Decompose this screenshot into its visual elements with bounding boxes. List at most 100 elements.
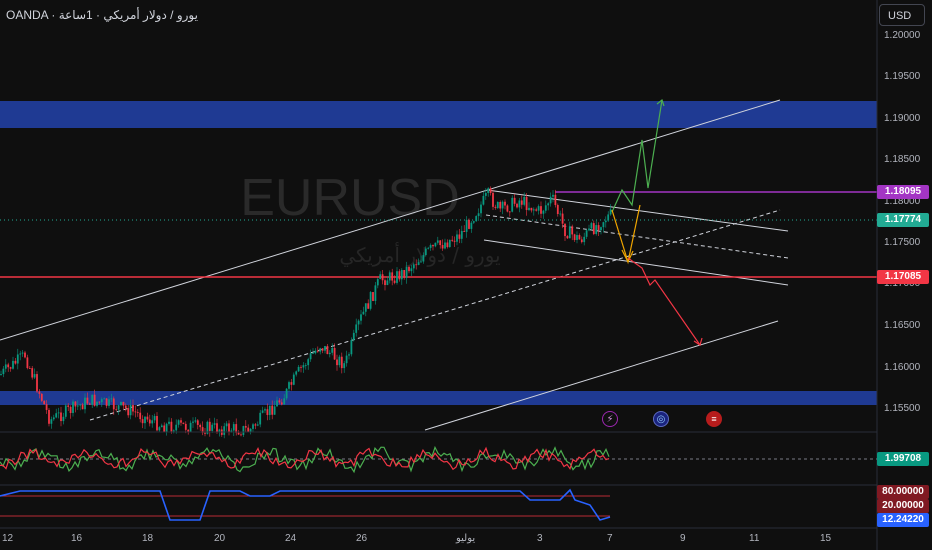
time-label: 9 [680, 533, 686, 544]
candle-body [240, 434, 242, 436]
candle-body [76, 405, 79, 407]
candle-body [110, 398, 113, 400]
candle-body [468, 219, 470, 229]
candle-body [148, 419, 151, 424]
candle-body [290, 382, 293, 385]
candle-body [50, 419, 53, 424]
candle-body [74, 401, 77, 407]
candle-body [554, 194, 557, 206]
candle-body [120, 401, 122, 406]
candle-body [235, 424, 238, 433]
candle-body [393, 280, 396, 283]
candle-body [192, 421, 194, 423]
candle-body [127, 408, 130, 416]
candle-body [573, 234, 576, 240]
candle-body [348, 354, 350, 356]
candle-body [549, 196, 552, 204]
candle-body [458, 234, 461, 239]
candle-body [496, 201, 499, 208]
candle-body [595, 225, 598, 235]
candle-body [2, 368, 5, 375]
candle-body [463, 230, 466, 232]
candle-body [316, 350, 319, 352]
candle-body [26, 357, 29, 369]
candle-body [345, 355, 348, 364]
candle-body [117, 405, 120, 410]
candle-body [537, 206, 540, 211]
candle-body [266, 409, 269, 415]
candle-body [508, 211, 511, 213]
candle-body [436, 240, 439, 243]
candle-body [160, 425, 163, 428]
candle-body [170, 421, 173, 432]
candle-body [19, 353, 22, 355]
candle-body [158, 427, 161, 431]
price-chart[interactable]: EURUSD يورو / دولار أمريكي [0, 0, 932, 550]
candle-body [28, 368, 31, 369]
candle-body [285, 388, 288, 399]
support-price-tag[interactable]: 1.17085 [877, 270, 929, 284]
candle-body [312, 353, 314, 354]
upper-zone [0, 101, 877, 128]
candle-body [578, 235, 581, 240]
candle-body [592, 223, 595, 235]
candle-body [372, 292, 374, 301]
candle-body [484, 193, 487, 196]
candle-body [400, 269, 403, 280]
lower-zone [0, 391, 877, 405]
candle-body [69, 406, 72, 414]
candle-body [64, 405, 67, 417]
candle-body [319, 348, 322, 352]
candle-body [530, 207, 533, 211]
candle-body [523, 196, 526, 205]
candle-body [38, 391, 41, 394]
candle-body [31, 368, 34, 378]
candle-body [403, 269, 406, 278]
candle-body [585, 230, 588, 237]
candle-body [223, 426, 226, 435]
candle-body [283, 398, 286, 405]
candle-body [391, 272, 394, 281]
price-label: 1.19500 [884, 71, 921, 82]
candle-body [532, 209, 535, 211]
time-label: 15 [820, 533, 832, 544]
candle-body [156, 416, 158, 431]
candle-body [280, 402, 283, 405]
candle-body [165, 423, 168, 432]
candle-body [328, 352, 331, 355]
candle-body [271, 405, 274, 415]
symbol-title[interactable]: OANDA · يورو / دولار أمريكي · 1ساعة [6, 8, 198, 22]
candle-body [465, 219, 468, 232]
candle-body [364, 303, 367, 312]
currency-button[interactable]: USD [879, 4, 925, 26]
lightning-icon[interactable]: ⚡ [602, 411, 618, 427]
candle-body [292, 374, 295, 385]
candle-body [422, 255, 425, 262]
candle-body [492, 192, 494, 207]
candle-body [374, 285, 377, 301]
candle-body [252, 424, 254, 429]
candle-body [228, 423, 230, 433]
globe-icon[interactable]: ◎ [653, 411, 669, 427]
price-label: 1.18500 [884, 154, 921, 165]
candle-body [460, 230, 463, 239]
candle-body [355, 324, 358, 333]
time-label: 16 [71, 533, 83, 544]
time-label: يوليو [456, 533, 476, 544]
candle-body [547, 203, 550, 206]
candle-body [232, 424, 235, 431]
candle-body [588, 228, 590, 231]
time-label: 18 [142, 533, 154, 544]
candle-body [132, 404, 134, 412]
candle-body [33, 374, 36, 378]
candle-body [506, 205, 509, 212]
us-flag-icon[interactable]: ≡ [706, 411, 722, 427]
candle-body [513, 197, 516, 204]
candle-body [7, 364, 10, 368]
candle-body [57, 412, 60, 414]
current-price-tag[interactable]: 1.17774 [877, 213, 929, 227]
resistance-price-tag[interactable]: 1.18095 [877, 185, 929, 199]
candle-body [410, 268, 413, 272]
candle-body [134, 411, 137, 413]
candle-body [609, 209, 612, 215]
